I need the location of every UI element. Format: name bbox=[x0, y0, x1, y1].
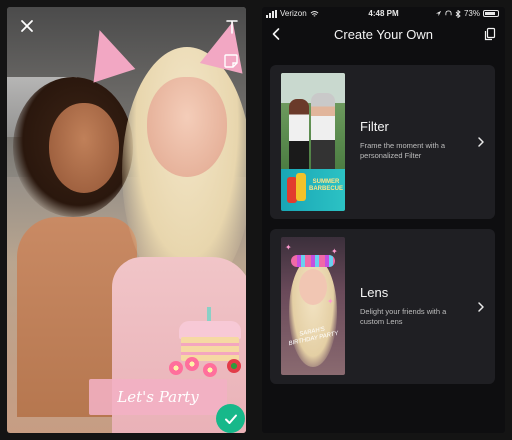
text-tool-icon[interactable] bbox=[225, 19, 239, 35]
lens-title: Lens bbox=[360, 285, 389, 300]
party-banner: Let's Party bbox=[89, 379, 227, 415]
bluetooth-icon bbox=[455, 9, 461, 18]
filter-thumbnail-text: SUMMER BARBECUE bbox=[308, 179, 343, 192]
filter-thumbnail: SUMMER BARBECUE bbox=[281, 73, 345, 211]
banner-text: Let's Party bbox=[117, 388, 199, 406]
copy-icon[interactable] bbox=[484, 27, 496, 41]
status-bar: Verizon 4:48 PM 73% bbox=[262, 7, 505, 21]
lens-option-card[interactable]: ✦ ✦ ✦ SARAH'S BIRTHDAY PARTY Lens Deligh… bbox=[270, 229, 495, 384]
chevron-right-icon[interactable] bbox=[477, 136, 485, 148]
confirm-button[interactable] bbox=[216, 404, 245, 433]
filter-description: Frame the moment with a personalized Fil… bbox=[360, 141, 446, 160]
snap-preview: Let's Party bbox=[7, 7, 246, 433]
page-title: Create Your Own bbox=[333, 27, 433, 42]
battery-icon bbox=[483, 10, 499, 17]
nav-bar: Create Your Own bbox=[262, 21, 505, 49]
location-icon bbox=[435, 10, 442, 17]
close-icon[interactable] bbox=[20, 19, 34, 33]
filter-option-card[interactable]: SUMMER BARBECUE Filter Frame the moment … bbox=[270, 65, 495, 219]
filter-title: Filter bbox=[360, 119, 389, 134]
create-your-own-screen: Verizon 4:48 PM 73% Create Your Own SUMM… bbox=[262, 7, 505, 433]
lens-thumbnail: ✦ ✦ ✦ SARAH'S BIRTHDAY PARTY bbox=[281, 237, 345, 375]
checkmark-icon bbox=[224, 414, 237, 424]
screenshot-pair: Let's Party Verizon 4:48 PM 73% Create Y… bbox=[0, 0, 512, 440]
sticker-icon[interactable] bbox=[223, 53, 239, 69]
headphones-icon bbox=[445, 10, 452, 16]
battery-percent: 73% bbox=[463, 9, 480, 18]
lens-description: Delight your friends with a custom Lens bbox=[360, 307, 447, 326]
chevron-right-icon[interactable] bbox=[477, 301, 485, 313]
